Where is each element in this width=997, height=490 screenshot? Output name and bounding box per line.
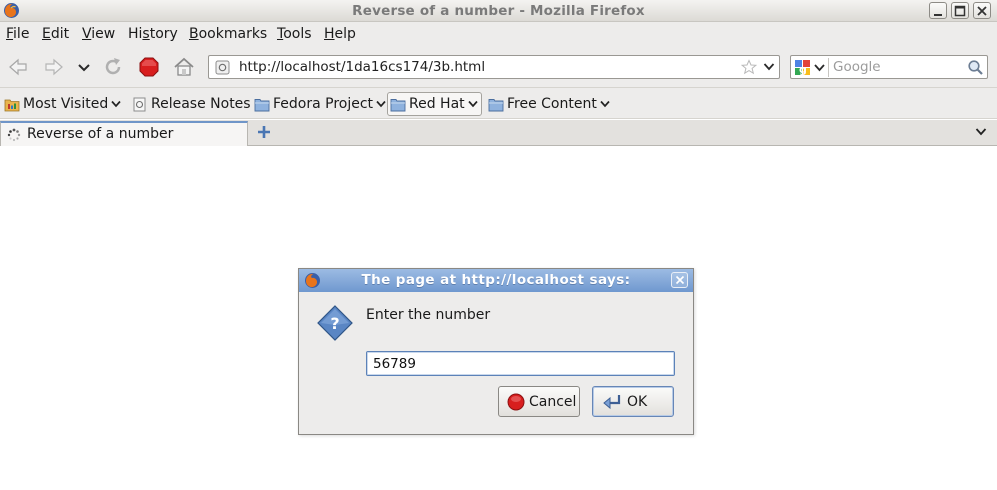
search-icon[interactable]	[967, 59, 984, 76]
close-icon	[977, 6, 987, 16]
search-placeholder: Google	[833, 59, 881, 75]
chevron-down-icon	[468, 100, 478, 108]
menu-tools[interactable]: Tools	[277, 26, 312, 42]
menu-file[interactable]: File	[6, 26, 29, 42]
number-input[interactable]	[366, 351, 675, 376]
navigation-toolbar: http://localhost/1da16cs174/3b.html g Go…	[0, 46, 997, 88]
prompt-dialog: The page at http://localhost says: ? Ent…	[298, 268, 694, 435]
chevron-down-icon	[111, 100, 121, 108]
bookmark-most-visited[interactable]: Most Visited	[4, 92, 121, 116]
menu-view[interactable]: View	[82, 26, 115, 42]
tab-bar: Reverse of a number	[0, 120, 997, 146]
address-bar[interactable]: http://localhost/1da16cs174/3b.html	[208, 55, 780, 79]
menu-history[interactable]: History	[128, 26, 178, 42]
menu-help[interactable]: Help	[324, 26, 356, 42]
tab-reverse-of-a-number[interactable]: Reverse of a number	[0, 121, 248, 146]
tab-label: Reverse of a number	[27, 126, 174, 142]
dialog-title: The page at http://localhost says:	[361, 272, 631, 288]
maximize-icon	[954, 5, 966, 17]
bookmark-free-content[interactable]: Free Content	[488, 92, 610, 116]
svg-text:g: g	[799, 63, 807, 76]
chevron-down-icon	[600, 100, 610, 108]
history-dropdown-icon[interactable]	[72, 55, 96, 79]
maximize-button[interactable]	[951, 2, 969, 19]
folder-icon	[488, 98, 504, 111]
back-arrow-icon[interactable]	[6, 55, 30, 79]
page-icon	[133, 97, 146, 111]
folder-icon	[390, 98, 406, 111]
ok-button[interactable]: OK	[592, 386, 674, 417]
search-engine-selector[interactable]: g	[793, 58, 829, 77]
close-window-button[interactable]	[973, 2, 991, 19]
close-icon	[675, 275, 685, 285]
bookmarks-toolbar: Most Visited Release Notes Fedora Projec…	[0, 88, 997, 119]
google-engine-icon: g	[795, 60, 825, 76]
home-icon[interactable]	[172, 55, 196, 79]
stop-icon	[507, 393, 525, 410]
dialog-close-button[interactable]	[671, 272, 688, 288]
stop-icon[interactable]	[137, 55, 161, 79]
menu-bar: File Edit View History Bookmarks Tools H…	[0, 22, 997, 46]
menu-edit[interactable]: Edit	[42, 26, 69, 42]
new-tab-icon[interactable]	[257, 125, 271, 139]
folder-icon	[254, 98, 270, 111]
bookmark-red-hat[interactable]: Red Hat	[387, 92, 482, 116]
tab-list-chevron-icon[interactable]	[975, 127, 987, 137]
window-titlebar: Reverse of a number - Mozilla Firefox	[0, 0, 997, 22]
chevron-down-icon	[376, 100, 386, 108]
minimize-icon	[934, 14, 942, 16]
loading-spinner-icon	[7, 128, 21, 142]
window-title: Reverse of a number - Mozilla Firefox	[352, 3, 645, 19]
search-box[interactable]: g Google	[790, 55, 988, 79]
smart-folder-icon	[4, 99, 20, 111]
dialog-titlebar: The page at http://localhost says:	[299, 269, 693, 292]
bookmark-fedora-project[interactable]: Fedora Project	[254, 92, 386, 116]
menu-bookmarks[interactable]: Bookmarks	[189, 26, 267, 42]
enter-arrow-icon	[603, 394, 621, 409]
cancel-button[interactable]: Cancel	[498, 386, 580, 417]
bookmark-release-notes[interactable]: Release Notes	[132, 92, 251, 116]
svg-text:?: ?	[330, 314, 339, 333]
minimize-button[interactable]	[929, 2, 947, 19]
dialog-message: Enter the number	[366, 307, 491, 323]
reload-icon[interactable]	[101, 55, 125, 79]
question-icon: ?	[317, 305, 353, 341]
forward-arrow-icon[interactable]	[42, 55, 66, 79]
site-identity-icon[interactable]	[215, 60, 230, 75]
url-text[interactable]: http://localhost/1da16cs174/3b.html	[239, 59, 485, 75]
bookmark-star-icon[interactable]	[741, 59, 757, 75]
url-dropdown-icon[interactable]	[763, 62, 775, 72]
